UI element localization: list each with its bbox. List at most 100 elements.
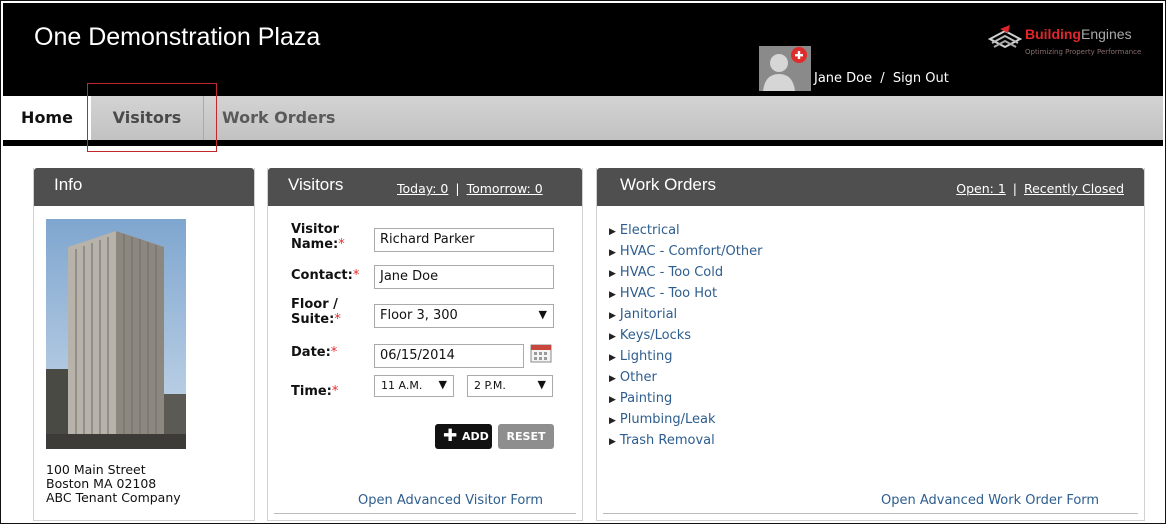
triangle-right-icon: ▶ [609, 416, 616, 426]
chevron-down-icon: ▼ [537, 378, 546, 391]
today-link[interactable]: Today: 0 [397, 181, 448, 196]
date-input[interactable]: 06/15/2014 [374, 344, 524, 368]
time-start-select[interactable]: 11 A.M. ▼ [374, 375, 454, 397]
work-order-category[interactable]: ▶ HVAC - Too Hot [609, 284, 762, 305]
open-work-orders-link[interactable]: Open: 1 [956, 181, 1006, 196]
category-label: Other [619, 370, 657, 385]
visitors-link-separator: | [455, 181, 460, 196]
chevron-down-icon: ▼ [438, 378, 447, 391]
contact-input[interactable]: Jane Doe [374, 265, 554, 289]
category-label: HVAC - Comfort/Other [619, 244, 763, 259]
triangle-right-icon: ▶ [609, 290, 616, 300]
time-label-text: Time: [291, 384, 332, 399]
floor-suite-label-text: Floor / Suite: [291, 297, 338, 327]
triangle-right-icon: ▶ [609, 332, 616, 342]
reset-button[interactable]: RESET [498, 424, 554, 449]
work-orders-panel-header: Work Orders Open: 1 | Recently Closed [597, 168, 1144, 206]
time-label: Time:* [291, 384, 338, 399]
category-label: Painting [619, 391, 673, 406]
info-panel: Info 100 Main Street Boston MA 02108 ABC… [33, 168, 255, 521]
category-label: Lighting [619, 349, 673, 364]
tenant-name: ABC Tenant Company [46, 490, 181, 505]
user-avatar-icon[interactable] [759, 46, 811, 91]
visitors-panel-header: Visitors Today: 0 | Tomorrow: 0 [268, 168, 582, 206]
category-label: Electrical [619, 223, 680, 238]
logo-word-building: Building [1025, 26, 1081, 42]
floor-suite-label: Floor / Suite:* [291, 297, 351, 327]
work-order-category[interactable]: ▶ Other [609, 368, 762, 389]
time-required: * [331, 384, 339, 399]
logo-mark-icon [988, 25, 1022, 49]
work-orders-panel-title: Work Orders [620, 175, 717, 194]
add-plus-icon: ✚ [443, 426, 458, 446]
contact-required: * [352, 268, 360, 283]
work-orders-panel: Work Orders Open: 1 | Recently Closed ▶ E… [596, 168, 1145, 521]
add-visitor-button[interactable]: ✚ ADD [435, 424, 492, 449]
contact-label-text: Contact: [291, 268, 353, 283]
building-photo [46, 219, 186, 449]
date-label-text: Date: [291, 345, 331, 360]
visitors-panel: Visitors Today: 0 | Tomorrow: 0 Visitor … [267, 168, 583, 521]
work-order-category[interactable]: ▶ Painting [609, 389, 762, 410]
user-links: Jane Doe / Sign Out [814, 71, 949, 86]
triangle-right-icon: ▶ [609, 395, 616, 405]
work-order-category[interactable]: ▶ HVAC - Too Cold [609, 263, 762, 284]
time-start-value: 11 A.M. [381, 379, 423, 392]
user-name-link[interactable]: Jane Doe [814, 71, 872, 86]
tab-work-orders[interactable]: Work Orders [222, 96, 335, 140]
work-order-category[interactable]: ▶ HVAC - Comfort/Other [609, 242, 762, 263]
work-order-category[interactable]: ▶ Plumbing/Leak [609, 410, 762, 431]
address-line-1: 100 Main Street [46, 462, 146, 477]
address-line-2: Boston MA 02108 [46, 476, 157, 491]
triangle-right-icon: ▶ [609, 437, 616, 447]
visitor-name-input[interactable]: Richard Parker [374, 228, 554, 252]
sign-out-link[interactable]: Sign Out [893, 71, 949, 86]
triangle-right-icon: ▶ [609, 311, 616, 321]
visitor-name-label-text: Visitor Name: [291, 222, 340, 252]
category-label: HVAC - Too Cold [619, 265, 724, 280]
work-order-category[interactable]: ▶ Trash Removal [609, 431, 762, 452]
category-label: Keys/Locks [619, 328, 692, 343]
user-links-separator: / [880, 71, 885, 86]
add-button-label: ADD [462, 430, 489, 443]
building-engines-logo[interactable]: BuildingEngines Optimizing Property Perf… [988, 21, 1158, 63]
work-orders-footer-divider [603, 513, 1138, 514]
triangle-right-icon: ▶ [609, 269, 616, 279]
recently-closed-link[interactable]: Recently Closed [1024, 181, 1124, 196]
triangle-right-icon: ▶ [609, 353, 616, 363]
triangle-right-icon: ▶ [609, 374, 616, 384]
work-orders-header-links: Open: 1 | Recently Closed [956, 181, 1124, 196]
chevron-down-icon: ▼ [538, 308, 547, 321]
category-label: Trash Removal [619, 433, 715, 448]
work-orders-link-separator: | [1012, 181, 1017, 196]
floor-suite-select[interactable]: Floor 3, 300 ▼ [374, 304, 554, 328]
work-order-category[interactable]: ▶ Lighting [609, 347, 762, 368]
advanced-work-order-form-link[interactable]: Open Advanced Work Order Form [881, 493, 1099, 508]
time-end-select[interactable]: 2 P.M. ▼ [467, 375, 553, 397]
date-required: * [330, 345, 338, 360]
tab-home[interactable]: Home [3, 96, 91, 140]
logo-word-engines: Engines [1081, 26, 1132, 42]
building-address: 100 Main Street Boston MA 02108 ABC Tena… [46, 463, 181, 505]
floor-suite-required: * [334, 312, 341, 327]
logo-tagline: Optimizing Property Performance [1025, 48, 1142, 56]
tomorrow-link[interactable]: Tomorrow: 0 [467, 181, 543, 196]
site-title: One Demonstration Plaza [34, 23, 321, 51]
date-label: Date:* [291, 345, 337, 360]
work-order-category-list: ▶ Electrical ▶ HVAC - Comfort/Other ▶ HVAC … [609, 221, 762, 452]
work-order-category[interactable]: ▶ Electrical [609, 221, 762, 242]
work-order-category[interactable]: ▶ Janitorial [609, 305, 762, 326]
logo-wordmark: BuildingEngines [1025, 26, 1132, 42]
category-label: Janitorial [619, 307, 678, 322]
visitors-tab-highlight [87, 83, 217, 152]
calendar-icon[interactable] [530, 343, 552, 363]
time-end-value: 2 P.M. [474, 379, 506, 392]
visitors-footer-divider [274, 513, 576, 514]
advanced-visitor-form-link[interactable]: Open Advanced Visitor Form [358, 493, 543, 508]
triangle-right-icon: ▶ [609, 248, 616, 258]
info-panel-title: Info [54, 175, 83, 194]
visitors-panel-title: Visitors [288, 175, 344, 194]
visitor-name-label: Visitor Name:* [291, 222, 361, 252]
work-order-category[interactable]: ▶ Keys/Locks [609, 326, 762, 347]
category-label: HVAC - Too Hot [619, 286, 718, 301]
